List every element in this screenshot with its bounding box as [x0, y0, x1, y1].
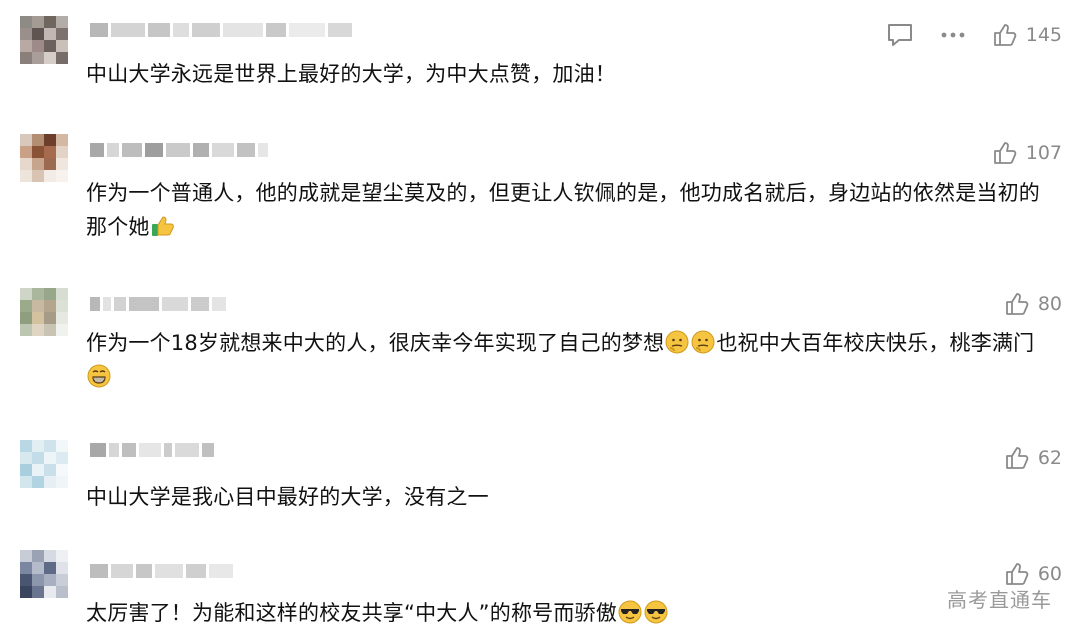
- avatar[interactable]: [20, 288, 68, 336]
- comment-feed: 145 中山大学永远是世界上最好的大学，为中大点赞，加油！ 107 作为一个普通…: [0, 0, 1080, 639]
- thumbs-up-icon: [992, 22, 1018, 48]
- comment-actions: 107: [992, 140, 1062, 166]
- comment-actions: 145: [886, 22, 1062, 48]
- thumbs-up-icon: [992, 140, 1018, 166]
- more-button[interactable]: [940, 22, 966, 48]
- reply-button[interactable]: [886, 22, 914, 48]
- sunglasses-face-emoji-icon: [644, 600, 668, 624]
- username-blurred[interactable]: [90, 22, 352, 38]
- comment-actions: 62: [1004, 445, 1062, 471]
- like-count: 145: [1025, 24, 1062, 46]
- comment-text: 太厉害了！为能和这样的校友共享“中大人”的称号而骄傲: [86, 596, 1060, 630]
- thumbs-up-emoji-icon: [151, 214, 175, 238]
- comment-actions: 80: [1004, 291, 1062, 317]
- comment-bubble-icon: [886, 22, 914, 48]
- comment-text-part: 作为一个普通人，他的成就是望尘莫及的，但更让人钦佩的是，他功成名就后，身边站的依…: [86, 181, 1040, 239]
- avatar[interactable]: [20, 440, 68, 488]
- username-blurred[interactable]: [90, 442, 214, 458]
- like-button[interactable]: 145: [992, 22, 1062, 48]
- like-button[interactable]: 62: [1004, 445, 1062, 471]
- comment-text: 中山大学永远是世界上最好的大学，为中大点赞，加油！: [86, 62, 616, 86]
- like-count: 80: [1037, 293, 1062, 315]
- username-blurred[interactable]: [90, 563, 233, 579]
- like-button[interactable]: 107: [992, 140, 1062, 166]
- like-count: 60: [1037, 563, 1062, 585]
- comment-text-part: 作为一个18岁就想来中大的人，很庆幸今年实现了自己的梦想: [86, 331, 665, 355]
- watermark: 高考直通车: [947, 588, 1052, 612]
- thumbs-up-icon: [1004, 445, 1030, 471]
- thumbs-up-icon: [1004, 291, 1030, 317]
- sunglasses-face-emoji-icon: [618, 600, 642, 624]
- avatar[interactable]: [20, 16, 68, 64]
- grinning-face-emoji-icon: [87, 364, 111, 388]
- more-dots-icon: [940, 22, 966, 48]
- thinking-face-emoji-icon: [691, 330, 715, 354]
- like-button[interactable]: 80: [1004, 291, 1062, 317]
- like-count: 62: [1037, 447, 1062, 469]
- comment-text-part: 也祝中大百年校庆快乐，桃李满门: [716, 331, 1035, 355]
- username-blurred[interactable]: [90, 296, 226, 312]
- username-blurred[interactable]: [90, 142, 268, 158]
- comment-text: 作为一个普通人，他的成就是望尘莫及的，但更让人钦佩的是，他功成名就后，身边站的依…: [86, 176, 1060, 244]
- comment-text: 作为一个18岁就想来中大的人，很庆幸今年实现了自己的梦想 也祝中大百年校庆快乐，桃…: [86, 326, 1060, 394]
- like-count: 107: [1025, 142, 1062, 164]
- avatar[interactable]: [20, 134, 68, 182]
- comment-text-part: 太厉害了！为能和这样的校友共享“中大人”的称号而骄傲: [86, 601, 617, 625]
- avatar[interactable]: [20, 550, 68, 598]
- thinking-face-emoji-icon: [665, 330, 689, 354]
- comment-text: 中山大学是我心目中最好的大学，没有之一: [86, 485, 489, 509]
